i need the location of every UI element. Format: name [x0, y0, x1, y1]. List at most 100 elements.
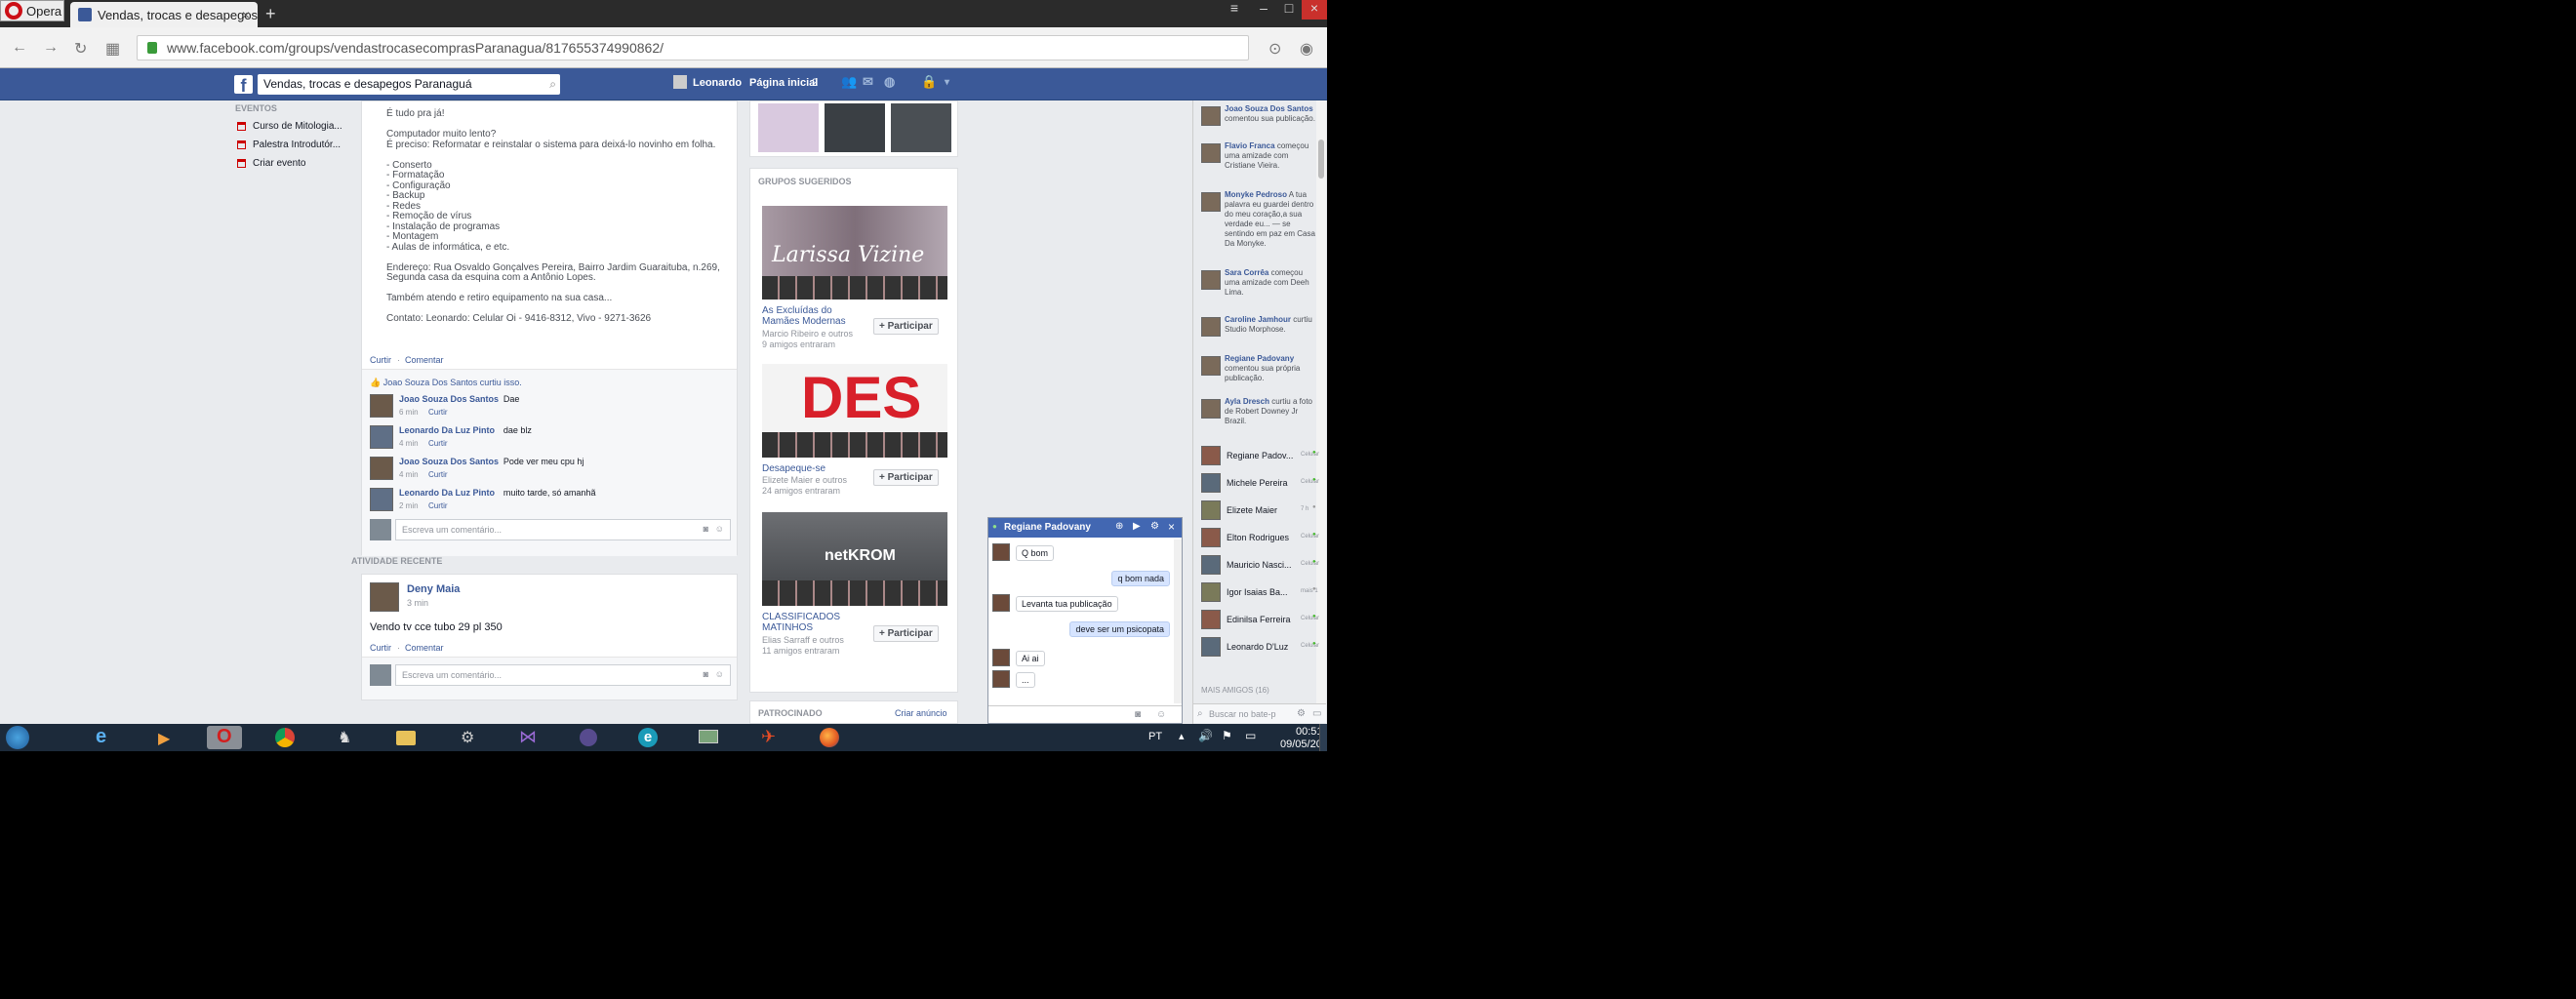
contact-item[interactable]: Michele Pereira Celular ●: [1193, 471, 1319, 497]
messages-icon[interactable]: ✉: [863, 74, 873, 90]
join-group-button[interactable]: + Participar: [873, 318, 939, 335]
privacy-shortcuts-icon[interactable]: 🔒: [921, 74, 937, 90]
contact-item[interactable]: Mauricio Nasci... Celular ●: [1193, 553, 1319, 579]
comment-like-link[interactable]: Curtir: [428, 439, 448, 448]
sidebar-scrollbar[interactable]: [1316, 100, 1326, 715]
home-link[interactable]: Página inicial: [749, 77, 818, 89]
firefox-icon[interactable]: [812, 726, 847, 749]
new-tab-button[interactable]: +: [265, 4, 276, 24]
recent-like-link[interactable]: Curtir: [370, 643, 391, 653]
camera-icon[interactable]: ◙: [1135, 709, 1141, 720]
account-icon[interactable]: ◉: [1300, 39, 1313, 59]
speed-dial-icon[interactable]: ▦: [105, 39, 120, 59]
eclipse-icon[interactable]: [570, 726, 605, 749]
notifications-icon[interactable]: ◍: [884, 74, 895, 90]
minimize-icon[interactable]: –: [1251, 0, 1276, 20]
group-name[interactable]: Desapeque-se: [762, 463, 825, 474]
group-banner[interactable]: netKROM: [762, 512, 947, 606]
chat-scrollbar[interactable]: [1174, 539, 1182, 703]
group-name[interactable]: As Excluídas do Mamães Modernas: [762, 305, 860, 327]
photo-thumb[interactable]: [825, 103, 885, 152]
comment-input[interactable]: Escreva um comentário... ◙ ☺: [395, 519, 731, 540]
search-icon[interactable]: ⌕: [549, 77, 556, 92]
friend-requests-icon[interactable]: 👥: [841, 74, 857, 90]
download-icon[interactable]: ⊙: [1268, 39, 1281, 59]
contact-item[interactable]: Igor Isaias Ba... mais 1 ●: [1193, 580, 1318, 606]
user-name-link[interactable]: Leonardo: [693, 77, 742, 89]
close-window-icon[interactable]: ×: [1302, 0, 1327, 20]
forward-icon[interactable]: →: [43, 39, 59, 57]
ticker-item[interactable]: Caroline Jamhour curtiu Studio Morphose.: [1225, 315, 1316, 335]
show-desktop-button[interactable]: [1319, 724, 1327, 751]
ticker-item[interactable]: Sara Corrêa começou uma amizade com Deeh…: [1225, 268, 1316, 298]
comment-author[interactable]: Leonardo Da Luz Pinto: [399, 425, 495, 435]
facebook-logo-icon[interactable]: f: [234, 75, 253, 96]
group-banner[interactable]: DES: [762, 364, 947, 458]
facebook-search-input[interactable]: Vendas, trocas e desapegos Paranaguá ⌕: [258, 74, 560, 95]
ticker-avatar[interactable]: [1201, 143, 1221, 163]
back-icon[interactable]: ←: [12, 39, 27, 57]
chat-popout-icon[interactable]: ▭: [1312, 708, 1321, 719]
chat-settings-icon[interactable]: ⚙: [1150, 521, 1159, 532]
emoji-icon[interactable]: ☺: [1156, 709, 1166, 720]
comment-time[interactable]: 4 min: [399, 470, 419, 479]
chat-title[interactable]: Regiane Padovany: [1004, 522, 1091, 533]
opera-menu-button[interactable]: Opera: [0, 0, 64, 21]
ticker-avatar[interactable]: [1201, 399, 1221, 419]
ticker-avatar[interactable]: [1201, 356, 1221, 376]
file-explorer-icon[interactable]: [388, 726, 423, 749]
comment-time[interactable]: 2 min: [399, 501, 419, 510]
start-button-icon[interactable]: [6, 726, 29, 749]
join-group-button[interactable]: + Participar: [873, 625, 939, 642]
ticker-item[interactable]: Flavio Franca começou uma amizade com Cr…: [1225, 141, 1316, 171]
post-comment-link[interactable]: Comentar: [405, 355, 444, 365]
video-call-icon[interactable]: ▶: [1133, 521, 1141, 532]
tab-menu-icon[interactable]: ≡: [1220, 0, 1249, 20]
comment-avatar[interactable]: [370, 425, 393, 449]
reload-icon[interactable]: ↻: [74, 39, 87, 59]
chat-input[interactable]: ◙ ☺: [988, 705, 1182, 723]
chat-settings-icon[interactable]: ⚙: [1297, 708, 1306, 719]
maximize-icon[interactable]: □: [1276, 0, 1302, 20]
add-friend-chat-icon[interactable]: ⊕: [1115, 521, 1123, 532]
url-field[interactable]: www.facebook.com/groups/vendastrocasecom…: [137, 35, 1249, 60]
comment-like-link[interactable]: Curtir: [428, 470, 448, 479]
comment-time[interactable]: 4 min: [399, 439, 419, 448]
group-banner[interactable]: Larissa Vizine: [762, 206, 947, 300]
comment-author[interactable]: Joao Souza Dos Santos: [399, 457, 499, 466]
create-ad-link[interactable]: Criar anúncio: [895, 708, 947, 718]
ticker-avatar[interactable]: [1201, 106, 1221, 126]
remote-desktop-icon[interactable]: [691, 726, 726, 749]
contact-item[interactable]: Elton Rodrigues Celular ●: [1193, 526, 1319, 551]
comment-author[interactable]: Joao Souza Dos Santos: [399, 394, 499, 404]
recent-comment-link[interactable]: Comentar: [405, 643, 444, 653]
network-icon[interactable]: ▭: [1245, 729, 1256, 742]
contact-item[interactable]: Regiane Padov... Celular ●: [1193, 444, 1319, 469]
ticker-item[interactable]: Monyke Pedroso A tua palavra eu guardei …: [1225, 190, 1316, 249]
chat-search-input[interactable]: ⌕ Buscar no bate-p ⚙ ▭: [1193, 703, 1326, 723]
sticker-icon[interactable]: ☺: [715, 669, 724, 679]
ticker-item[interactable]: Joao Souza Dos Santos comentou sua publi…: [1225, 104, 1316, 124]
comment-time[interactable]: 6 min: [399, 408, 419, 417]
opera-taskbar-icon[interactable]: O: [207, 726, 242, 749]
camera-icon[interactable]: ◙: [704, 524, 708, 534]
comment-like-link[interactable]: Curtir: [428, 408, 448, 417]
filezilla-icon[interactable]: ✈: [751, 726, 786, 749]
group-name[interactable]: CLASSIFICADOS MATINHOS: [762, 612, 850, 633]
photo-thumb[interactable]: [758, 103, 819, 152]
close-tab-icon[interactable]: ×: [242, 7, 250, 22]
chat-header[interactable]: ● Regiane Padovany ⊕ ▶ ⚙ ×: [988, 518, 1182, 538]
user-avatar[interactable]: [673, 75, 687, 89]
comment-avatar[interactable]: [370, 457, 393, 480]
action-center-flag-icon[interactable]: ⚑: [1222, 729, 1232, 742]
visual-studio-icon[interactable]: ⋈: [509, 726, 544, 749]
comment-author[interactable]: Leonardo Da Luz Pinto: [399, 488, 495, 498]
ticker-avatar[interactable]: [1201, 270, 1221, 290]
internet-explorer-icon[interactable]: e: [86, 726, 121, 749]
ticker-item[interactable]: Ayla Dresch curtiu a foto de Robert Down…: [1225, 397, 1316, 426]
utility-icon[interactable]: ⚙: [449, 726, 484, 749]
photo-thumb[interactable]: [891, 103, 951, 152]
edge-app-icon[interactable]: e: [630, 726, 665, 749]
ticker-avatar[interactable]: [1201, 192, 1221, 212]
post-author[interactable]: Deny Maia: [407, 583, 460, 595]
